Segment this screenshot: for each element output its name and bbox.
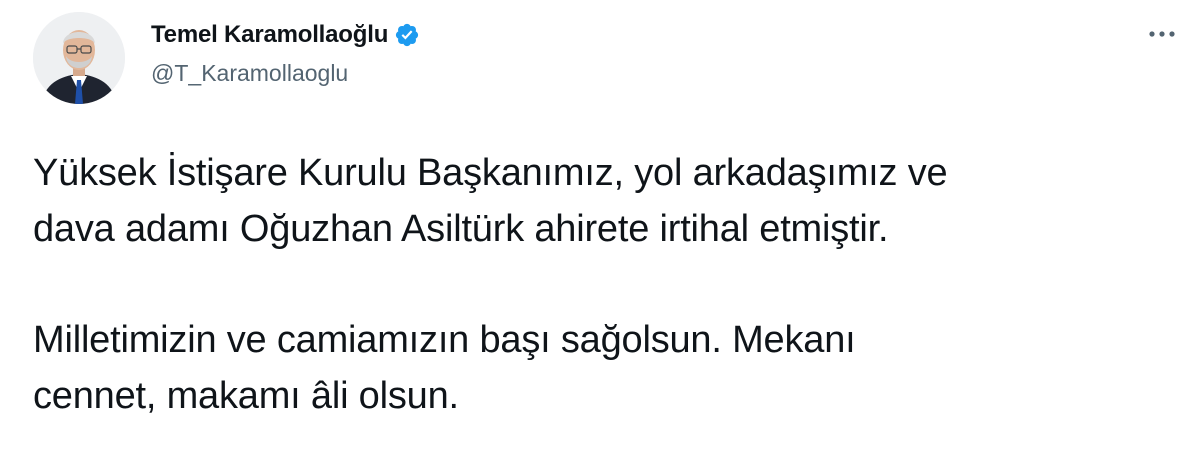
- avatar-portrait-icon: [33, 12, 125, 104]
- tweet-line: Yüksek İstişare Kurulu Başkanımız, yol a…: [33, 152, 948, 194]
- tweet-line: cennet, makamı âli olsun.: [33, 375, 459, 417]
- tweet-text: Yüksek İstişare Kurulu Başkanımız, yol a…: [33, 145, 1173, 424]
- tweet-card: Temel Karamollaoğlu @T_Karamollaoglu Yük…: [0, 0, 1200, 449]
- avatar[interactable]: [33, 12, 125, 104]
- tweet-line: dava adamı Oğuzhan Asiltürk ahirete irti…: [33, 208, 889, 250]
- tweet-paragraph: Yüksek İstişare Kurulu Başkanımız, yol a…: [33, 145, 1173, 257]
- more-options-button[interactable]: [1140, 18, 1184, 50]
- author-handle[interactable]: @T_Karamollaoglu: [151, 60, 348, 87]
- author-name-row: Temel Karamollaoğlu: [151, 19, 420, 51]
- verified-badge-icon: [394, 22, 420, 48]
- author-display-name[interactable]: Temel Karamollaoğlu: [151, 21, 388, 49]
- tweet-paragraph: Milletimizin ve camiamızın başı sağolsun…: [33, 312, 1173, 424]
- more-options-icon: [1149, 31, 1175, 37]
- tweet-line: Milletimizin ve camiamızın başı sağolsun…: [33, 319, 856, 361]
